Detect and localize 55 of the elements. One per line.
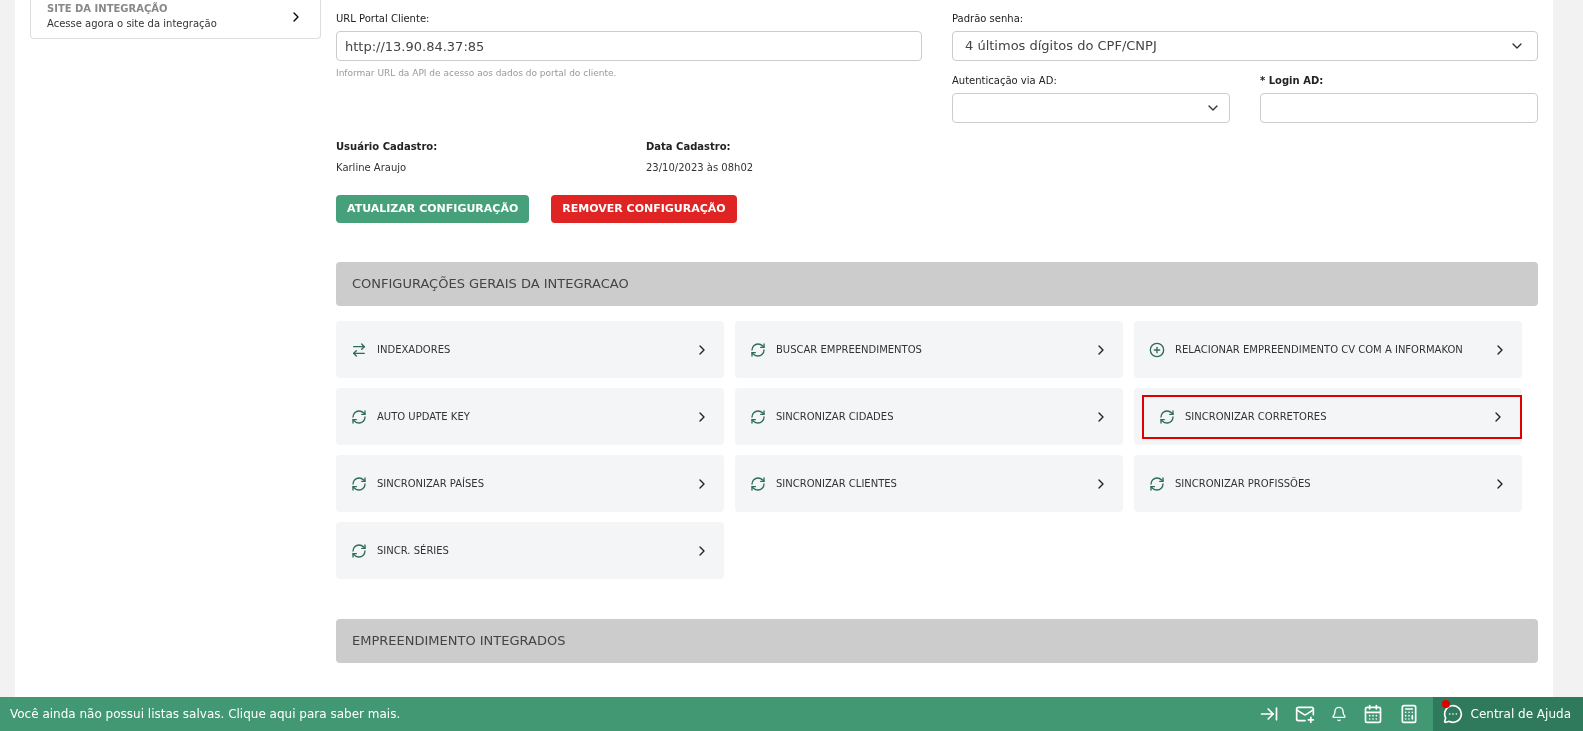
site-link-card[interactable]: SITE DA INTEGRAÇÃO Acesse agora o site da integração <box>30 0 321 39</box>
refresh-icon <box>750 475 766 492</box>
left-right-arrows-icon <box>351 341 367 358</box>
integration-action-item[interactable]: SINCRONIZAR CIDADES <box>735 388 1123 445</box>
refresh-icon <box>351 408 367 425</box>
help-text: Informar URL da API de acesso aos dados do portal do cliente. <box>336 67 618 80</box>
refresh-icon <box>351 542 367 559</box>
integration-action-item[interactable]: SINCRONIZAR CLIENTES <box>735 455 1123 512</box>
field-label: * Login AD: <box>1260 74 1325 88</box>
section-header: CONFIGURAÇÕES GERAIS DA INTEGRACAO <box>336 262 1538 306</box>
item-label: AUTO UPDATE KEY <box>377 410 471 424</box>
item-label: SINCRONIZAR CIDADES <box>776 410 895 424</box>
password-pattern-select[interactable]: 4 últimos dígitos do CPF/CNPJ <box>952 31 1538 61</box>
config-button[interactable]: REMOVER CONFIGURAÇÃO <box>551 195 737 223</box>
integration-action-item[interactable]: INDEXADORES <box>336 321 724 378</box>
item-label: SINCRONIZAR PROFISSÕES <box>1175 476 1312 491</box>
meta-label: Usuário Cadastro: <box>336 140 439 154</box>
field-label: URL Portal Cliente: <box>336 12 431 26</box>
refresh-icon <box>1159 408 1175 425</box>
meta-value: 23/10/2023 às 08h02 <box>646 161 755 175</box>
chat-icon <box>1442 704 1463 724</box>
integration-action-item[interactable]: BUSCAR EMPREENDIMENTOS <box>735 321 1123 378</box>
field-label: Autenticação via AD: <box>952 74 1058 88</box>
item-label: SINCRONIZAR CORRETORES <box>1185 410 1328 424</box>
integration-action-item[interactable]: SINCR. SÉRIES <box>336 522 724 579</box>
plus-circle-icon <box>1149 341 1165 358</box>
url-input-field[interactable]: http://13.90.84.37:85 <box>336 31 922 61</box>
item-label: SINCR. SÉRIES <box>377 543 450 558</box>
help-center-button[interactable]: Central de Ajuda <box>1432 697 1583 731</box>
calendar-icon[interactable] <box>1362 704 1383 724</box>
item-label: INDEXADORES <box>377 343 452 357</box>
meta-value: Karline Araujo <box>336 161 408 175</box>
login-ad-input-field[interactable] <box>1260 93 1538 123</box>
integration-action-item[interactable]: SINCRONIZAR CORRETORES <box>1134 388 1522 445</box>
integration-action-item[interactable]: RELACIONAR EMPREENDIMENTO CV COM A INFORMAKON <box>1134 321 1522 378</box>
integration-action-item[interactable]: SINCRONIZAR PROFISSÕES <box>1134 455 1522 512</box>
section-header: EMPREENDIMENTO INTEGRADOS <box>336 619 1538 663</box>
status-message[interactable]: Você ainda não possui listas salvas. Clique aqui para saber mais. <box>0 705 1259 723</box>
integration-action-item[interactable]: SINCRONIZAR PAÍSES <box>336 455 724 512</box>
mail-plus-icon[interactable] <box>1294 704 1315 724</box>
card-title: SITE DA INTEGRAÇÃO <box>47 3 169 16</box>
refresh-icon <box>1149 475 1165 492</box>
item-label: SINCRONIZAR PAÍSES <box>377 476 486 491</box>
bell-icon[interactable] <box>1330 706 1347 722</box>
card-subtitle: Acesse agora o site da integração <box>47 16 217 31</box>
arrow-to-line-icon[interactable] <box>1258 704 1279 724</box>
item-label: BUSCAR EMPREENDIMENTOS <box>776 343 923 357</box>
refresh-icon <box>351 475 367 492</box>
refresh-icon <box>750 408 766 425</box>
refresh-icon <box>750 341 766 358</box>
field-label: Padrão senha: <box>952 12 1025 26</box>
integration-action-item[interactable]: AUTO UPDATE KEY <box>336 388 724 445</box>
meta-label: Data Cadastro: <box>646 140 732 154</box>
item-label: RELACIONAR EMPREENDIMENTO CV COM A INFORMAKON <box>1175 343 1464 357</box>
item-label: SINCRONIZAR CLIENTES <box>776 477 898 491</box>
